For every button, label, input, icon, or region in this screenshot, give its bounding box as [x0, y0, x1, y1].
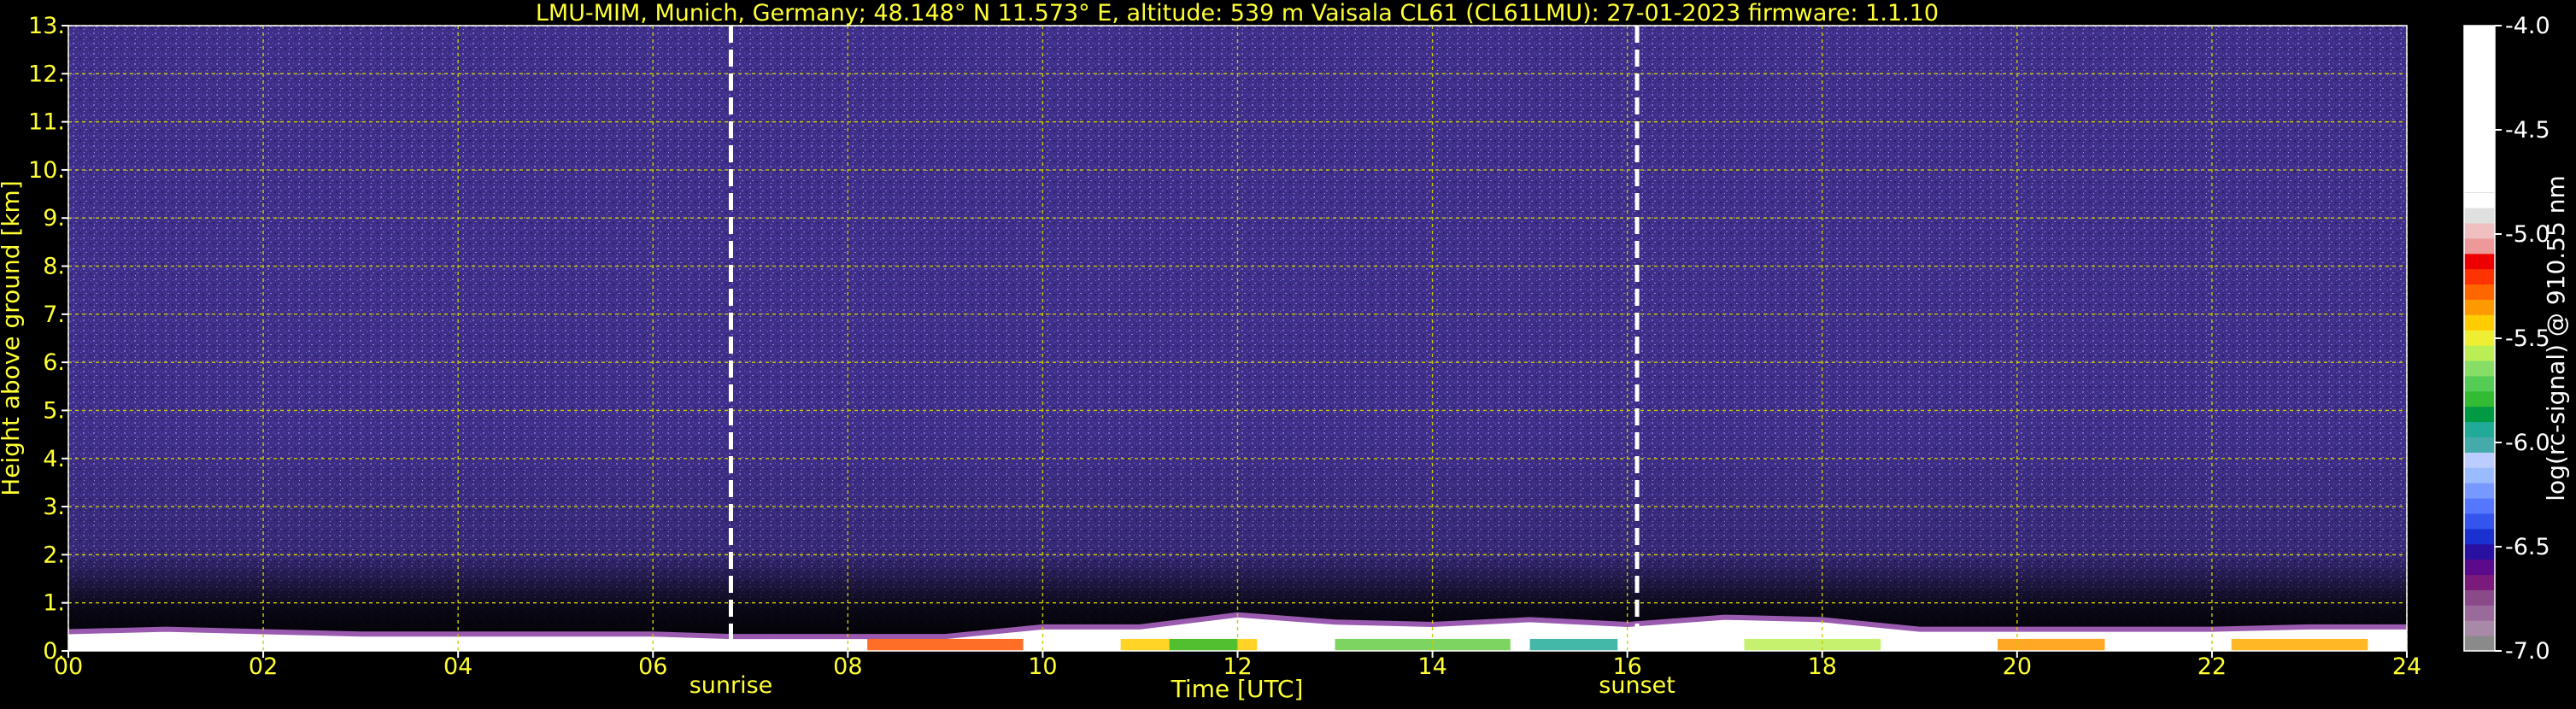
x-tick-label: 10: [1028, 653, 1057, 680]
colorbar-swatch: [2464, 636, 2495, 652]
colorbar-swatch: [2464, 498, 2495, 514]
y-tick-label: 1.: [43, 590, 65, 617]
y-tick-label: 5.: [43, 397, 65, 424]
y-axis-label: Height above ground [km]: [0, 180, 25, 496]
colorbar-tick-label: -6.5: [2505, 534, 2550, 560]
y-tick-label: 13.: [28, 13, 65, 39]
high-signal-patch: [2231, 638, 2368, 651]
colorbar-swatch: [2464, 452, 2495, 468]
colorbar-tick-label: -4.0: [2505, 13, 2550, 39]
x-tick-label: 16: [1612, 653, 1641, 680]
colorbar-label: log(rc-signal) @ 910.55 nm: [2542, 175, 2570, 501]
colorbar-swatch: [2464, 253, 2495, 270]
high-signal-patch: [1744, 638, 1881, 651]
y-tick-label: 6.: [43, 349, 65, 376]
chart-title: LMU-MIM, Munich, Germany; 48.148° N 11.5…: [536, 0, 1939, 26]
colorbar-swatch: [2464, 222, 2495, 239]
y-tick-label: 9.: [43, 205, 65, 231]
colorbar-swatch: [2464, 299, 2495, 315]
colorbar-swatch: [2464, 268, 2495, 285]
colorbar-swatch: [2464, 574, 2495, 590]
colorbar-top: [2464, 26, 2495, 193]
colorbar-swatch: [2464, 437, 2495, 453]
colorbar-swatch: [2464, 483, 2495, 499]
high-signal-patch: [867, 638, 1024, 651]
colorbar-swatch: [2464, 208, 2495, 224]
x-axis-label: Time [UTC]: [1171, 675, 1304, 703]
colorbar-swatch: [2464, 421, 2495, 437]
colorbar-swatch: [2464, 314, 2495, 331]
y-tick-label: 2.: [43, 542, 65, 568]
colorbar-swatch: [2464, 192, 2495, 208]
plot-area: [67, 26, 2407, 651]
colorbar-swatch: [2464, 406, 2495, 423]
x-tick-label: 18: [1808, 653, 1837, 680]
colorbar-swatch: [2464, 345, 2495, 361]
x-tick-label: 04: [443, 653, 472, 680]
x-tick-label: 24: [2392, 653, 2421, 680]
colorbar-swatch: [2464, 375, 2495, 392]
colorbar-swatch: [2464, 620, 2495, 636]
colorbar-swatch: [2464, 589, 2495, 606]
x-tick-label: 06: [638, 653, 667, 680]
high-signal-patch: [1169, 638, 1238, 651]
colorbar-tick-label: -4.5: [2505, 117, 2550, 144]
x-tick-label: 14: [1417, 653, 1446, 680]
y-tick-label: 12.: [28, 61, 65, 87]
ceilometer-chart: sunrise sunset 00 02 04 06 08 10 12 14 16 18 20 22 24 0…: [0, 0, 2576, 706]
colorbar-swatch: [2464, 467, 2495, 483]
colorbar-swatch: [2464, 330, 2495, 346]
high-signal-patch: [1335, 638, 1511, 651]
colorbar-swatch: [2464, 559, 2495, 576]
chart-svg: sunrise sunset00 02 04 06 08 10 12 14 16 18 20 22 240…: [0, 0, 2570, 703]
colorbar-swatch: [2464, 284, 2495, 300]
colorbar-tick-label: -7.0: [2505, 638, 2550, 665]
y-tick-label: 0.: [43, 638, 65, 665]
y-tick-label: 11.: [28, 109, 65, 136]
colorbar-swatch: [2464, 543, 2495, 560]
x-tick-label: 22: [2198, 653, 2227, 680]
colorbar-swatch: [2464, 528, 2495, 545]
x-tick-label: 02: [249, 653, 278, 680]
y-tick-label: 3.: [43, 494, 65, 520]
colorbar-swatch: [2464, 360, 2495, 377]
colorbar-swatch: [2464, 605, 2495, 621]
high-signal-patch: [1529, 638, 1618, 651]
colorbar-swatch: [2464, 237, 2495, 255]
y-tick-label: 4.: [43, 446, 65, 472]
marker-label-sunrise: sunrise: [689, 672, 773, 699]
high-signal-patch: [1998, 638, 2105, 651]
y-tick-label: 8.: [43, 254, 65, 280]
x-tick-label: 20: [2003, 653, 2032, 680]
y-tick-label: 10.: [28, 157, 65, 184]
colorbar-swatch: [2464, 390, 2495, 407]
y-tick-label: 7.: [43, 302, 65, 328]
x-tick-label: 08: [833, 653, 862, 680]
colorbar-swatch: [2464, 513, 2495, 530]
